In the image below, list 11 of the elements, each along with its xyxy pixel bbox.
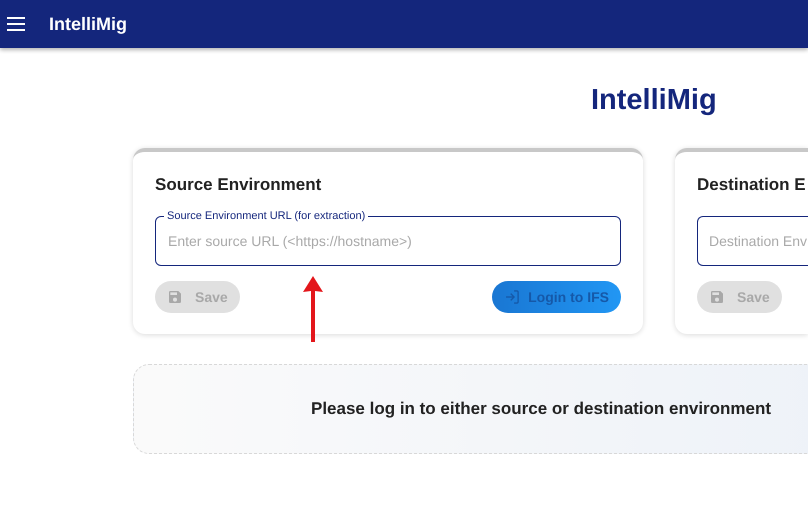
menu-icon[interactable] <box>7 17 25 31</box>
arrow-annotation <box>303 276 323 342</box>
url-input-field[interactable]: Destination Env <box>697 216 808 266</box>
page-title: IntelliMig <box>591 83 717 118</box>
card-title: Destination E <box>697 174 807 196</box>
card-title: Source Environment <box>155 174 322 196</box>
login-icon <box>504 288 520 306</box>
save-icon <box>167 288 183 304</box>
app-title: IntelliMig <box>49 12 127 36</box>
save-icon <box>709 288 725 304</box>
notice-text: Please log in to either source or destination environment <box>311 398 772 420</box>
